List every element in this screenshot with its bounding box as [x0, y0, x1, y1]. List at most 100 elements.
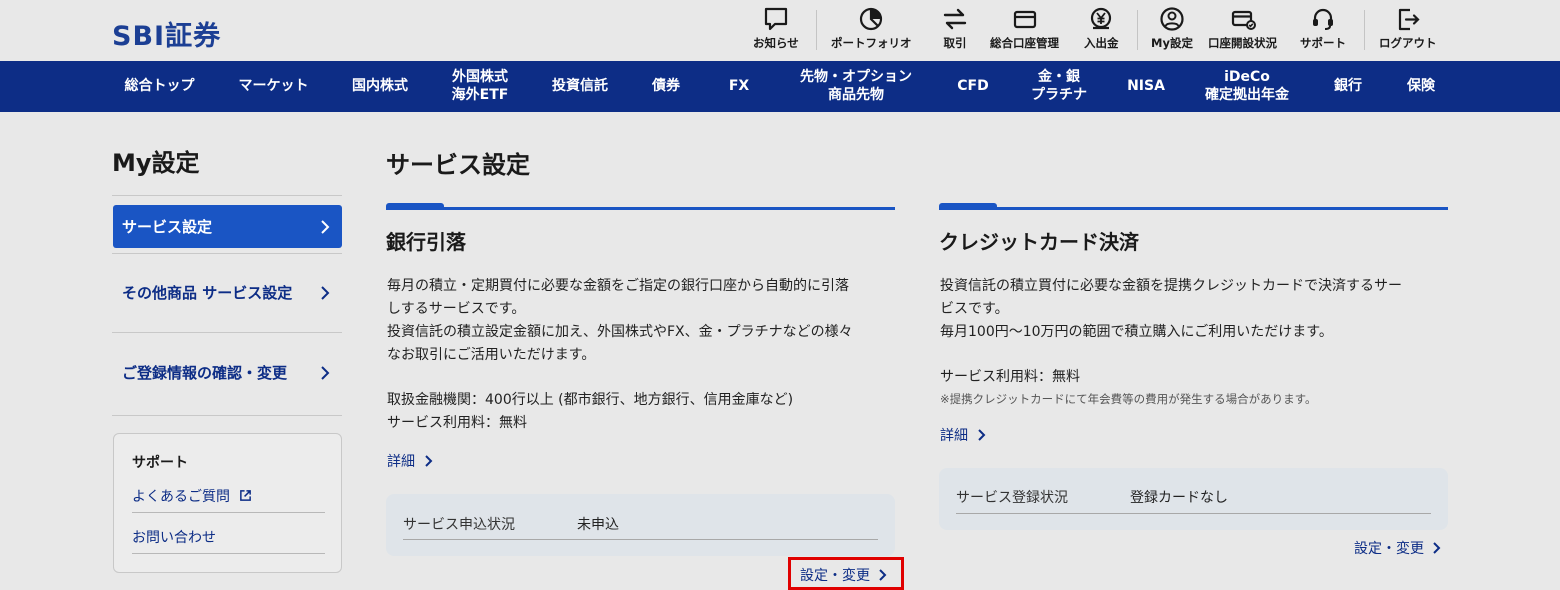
status-divider [403, 539, 878, 540]
util-label: お知らせ [753, 36, 799, 50]
nav-item-ideco[interactable]: iDeCo 確定拠出年金 [1192, 61, 1302, 112]
account-open-icon [1231, 10, 1256, 30]
page-title: サービス設定 [386, 151, 530, 179]
info-line: 取扱金融機関：400行以上 (都市銀行、地方銀行、信用金庫など) [387, 392, 794, 408]
nav-item-market[interactable]: マーケット [225, 61, 322, 112]
sidebar-item-label: サービス設定 [122, 217, 213, 236]
util-portfolio[interactable]: ポートフォリオ [831, 6, 912, 51]
nav-item-bank[interactable]: 銀行 [1320, 61, 1376, 112]
nav-item-foreign-stock[interactable]: 外国株式 海外ETF [438, 61, 522, 112]
sidebar-title: My設定 [112, 149, 200, 177]
nav-item-futures[interactable]: 先物・オプション 商品先物 [784, 61, 928, 112]
util-label: ポートフォリオ [831, 36, 912, 50]
sidebar-item-label: その他商品 サービス設定 [122, 284, 293, 302]
portfolio-icon [860, 7, 883, 31]
sidebar-divider [112, 195, 342, 196]
nav-label: 外国株式 [452, 69, 508, 85]
nav-label: 総合トップ [124, 77, 195, 94]
logout-icon [1398, 8, 1420, 31]
util-deposit[interactable]: 入出金 [1084, 6, 1119, 51]
nav-label: iDeCo [1224, 69, 1270, 85]
header-divider [1137, 10, 1138, 50]
nav-label: プラチナ [1031, 86, 1087, 103]
card-note: ※提携クレジットカードにて年会費等の費用が発生する場合があります。 [940, 392, 1317, 406]
nav-label: NISA [1127, 77, 1165, 94]
nav-item-fx[interactable]: FX [712, 61, 766, 112]
settings-change-link[interactable]: 設定・変更 [1354, 538, 1441, 558]
nav-item-cfd[interactable]: CFD [946, 61, 1000, 112]
chevron-right-icon [321, 219, 330, 234]
util-label: My設定 [1151, 36, 1193, 50]
global-nav: 総合トップ マーケット 国内株式 外国株式 海外ETF 投資信託 債券 FX 先物… [0, 61, 1560, 112]
util-label: サポート [1300, 36, 1346, 50]
sidebar-item-registration-info[interactable]: ご登録情報の確認・変更 [113, 335, 342, 411]
chevron-right-icon [978, 429, 986, 441]
nav-label: 保険 [1407, 77, 1435, 94]
detail-link[interactable]: 詳細 [940, 425, 986, 445]
support-divider [132, 553, 325, 554]
yen-deposit-icon [1091, 7, 1112, 30]
support-divider [132, 512, 325, 513]
card-description: 投資信託の積立買付に必要な金額を提携クレジットカードで決済するサー ビスです。 … [940, 275, 1402, 344]
util-logout[interactable]: ログアウト [1379, 6, 1437, 51]
util-my-settings[interactable]: My設定 [1151, 6, 1193, 51]
sidebar-item-service-settings[interactable]: サービス設定 [113, 205, 342, 248]
status-box: サービス登録状況 登録カードなし [939, 468, 1448, 530]
card-description: 毎月の積立・定期買付に必要な金額をご指定の銀行口座から自動的に引落 しするサービ… [387, 275, 853, 367]
faq-link-label: よくあるご質問 [132, 489, 230, 505]
status-value: 未申込 [577, 517, 619, 533]
status-label: サービス申込状況 [403, 517, 515, 533]
nav-label: CFD [957, 77, 989, 94]
util-label: 総合口座管理 [990, 36, 1059, 50]
header-divider [1364, 10, 1365, 50]
card-info: 取扱金融機関：400行以上 (都市銀行、地方銀行、信用金庫など) サービス利用料… [387, 389, 793, 435]
util-label: ログアウト [1379, 36, 1437, 50]
faq-link[interactable]: よくあるご質問 [132, 486, 252, 506]
detail-label: 詳細 [387, 454, 415, 470]
util-account-open[interactable]: 口座開設状況 [1208, 6, 1277, 51]
nav-item-fund[interactable]: 投資信託 [540, 61, 620, 112]
sidebar-item-other-products[interactable]: その他商品 サービス設定 [113, 256, 342, 330]
desc-line: 投資信託の積立設定金額に加え、外国株式やFX、金・プラチナなどの様々 [387, 324, 853, 340]
util-label: 口座開設状況 [1208, 36, 1277, 50]
nav-item-bond[interactable]: 債券 [638, 61, 694, 112]
util-notice[interactable]: お知らせ [753, 6, 799, 51]
external-link-icon [240, 490, 252, 501]
detail-label: 詳細 [940, 428, 968, 444]
card-info: サービス利用料：無料 [940, 366, 1080, 389]
nav-item-gold[interactable]: 金・銀 プラチナ [1018, 61, 1100, 112]
card-top-rule [386, 207, 895, 210]
desc-line: しするサービスです。 [387, 301, 526, 317]
card-title-credit-card: クレジットカード決済 [939, 230, 1139, 254]
notice-icon [764, 7, 787, 31]
desc-line: ビスです。 [940, 301, 1009, 317]
util-account[interactable]: 総合口座管理 [990, 6, 1059, 51]
detail-link[interactable]: 詳細 [387, 451, 433, 471]
util-support[interactable]: サポート [1300, 6, 1346, 51]
sidebar-divider [112, 253, 342, 254]
util-label: 入出金 [1084, 36, 1119, 50]
nav-item-top[interactable]: 総合トップ [112, 61, 207, 112]
nav-label: 国内株式 [352, 77, 408, 94]
sidebar-divider [112, 332, 342, 333]
settings-change-label: 設定・変更 [1354, 541, 1424, 557]
status-box: サービス申込状況 未申込 [386, 494, 895, 556]
info-line: サービス利用料：無料 [387, 415, 527, 431]
nav-label: マーケット [238, 77, 309, 94]
info-line: サービス利用料：無料 [940, 369, 1080, 385]
desc-line: 毎月100円〜10万円の範囲で積立購入にご利用いただけます。 [940, 324, 1333, 340]
nav-item-insurance[interactable]: 保険 [1394, 61, 1448, 112]
nav-item-domestic-stock[interactable]: 国内株式 [340, 61, 420, 112]
util-label: 取引 [943, 36, 967, 50]
chevron-right-icon [321, 366, 330, 380]
support-title: サポート [132, 455, 188, 471]
status-value: 登録カードなし [1130, 490, 1228, 506]
util-trade[interactable]: 取引 [942, 6, 968, 51]
sidebar-item-label: ご登録情報の確認・変更 [122, 364, 288, 382]
headset-icon [1313, 8, 1333, 30]
sbi-logo[interactable]: SBI証券 [112, 14, 221, 53]
nav-label: 投資信託 [552, 77, 608, 94]
desc-line: 投資信託の積立買付に必要な金額を提携クレジットカードで決済するサー [940, 278, 1402, 294]
nav-item-nisa[interactable]: NISA [1118, 61, 1174, 112]
contact-link[interactable]: お問い合わせ [132, 527, 216, 547]
